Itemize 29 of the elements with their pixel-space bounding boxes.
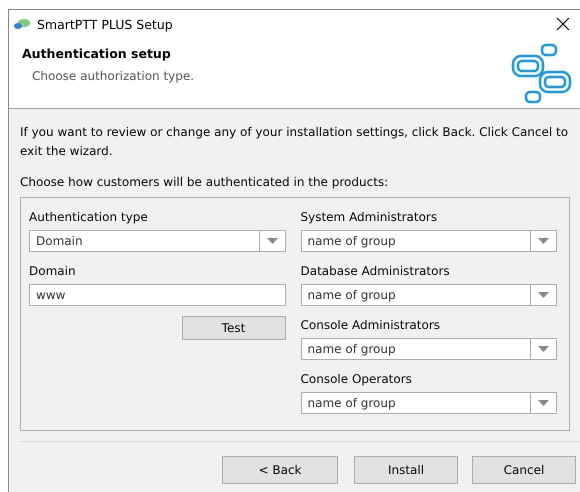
dropdown-field[interactable]: name of group xyxy=(300,284,557,306)
field-label: Console Operators xyxy=(300,372,413,388)
dropdown-field[interactable]: name of group xyxy=(300,338,557,360)
prompt-text: Choose how customers will be authenticated in the products: xyxy=(20,175,390,189)
dropdown-arrow-icon xyxy=(538,238,549,244)
field-label: Domain xyxy=(29,264,77,280)
field-label: System Administrators xyxy=(300,210,438,226)
field-label: Console Administrators xyxy=(300,318,442,334)
app-icon xyxy=(13,17,31,31)
dropdown-field[interactable]: name of group xyxy=(300,392,557,414)
wizard-button[interactable]: Install xyxy=(354,456,458,484)
dropdown-arrow-icon xyxy=(538,400,549,406)
dropdown-arrow-icon xyxy=(538,292,549,298)
close-icon[interactable] xyxy=(554,15,572,33)
field-label: Database Administrators xyxy=(300,264,451,280)
page-subtitle: Choose authorization type. xyxy=(31,69,196,83)
wizard-button[interactable]: < Back xyxy=(222,456,338,484)
linked-shapes-logo xyxy=(510,42,572,104)
input-field[interactable]: www xyxy=(29,284,286,306)
dropdown-field[interactable]: name of group xyxy=(300,230,557,252)
wizard-button[interactable]: Cancel xyxy=(472,456,576,484)
instructions-text: If you want to review or change any of your installation settings, click Back. Click Cancel to exit the wizard. xyxy=(20,124,570,160)
test-button[interactable]: Test xyxy=(182,316,286,340)
dropdown-arrow-icon xyxy=(538,346,549,352)
page-title: Authentication setup xyxy=(22,46,172,61)
dropdown-field[interactable]: Domain xyxy=(29,230,286,252)
window-title: SmartPTT PLUS Setup xyxy=(37,16,174,32)
field-label: Authentication type xyxy=(29,210,149,226)
dropdown-arrow-icon xyxy=(266,238,278,244)
